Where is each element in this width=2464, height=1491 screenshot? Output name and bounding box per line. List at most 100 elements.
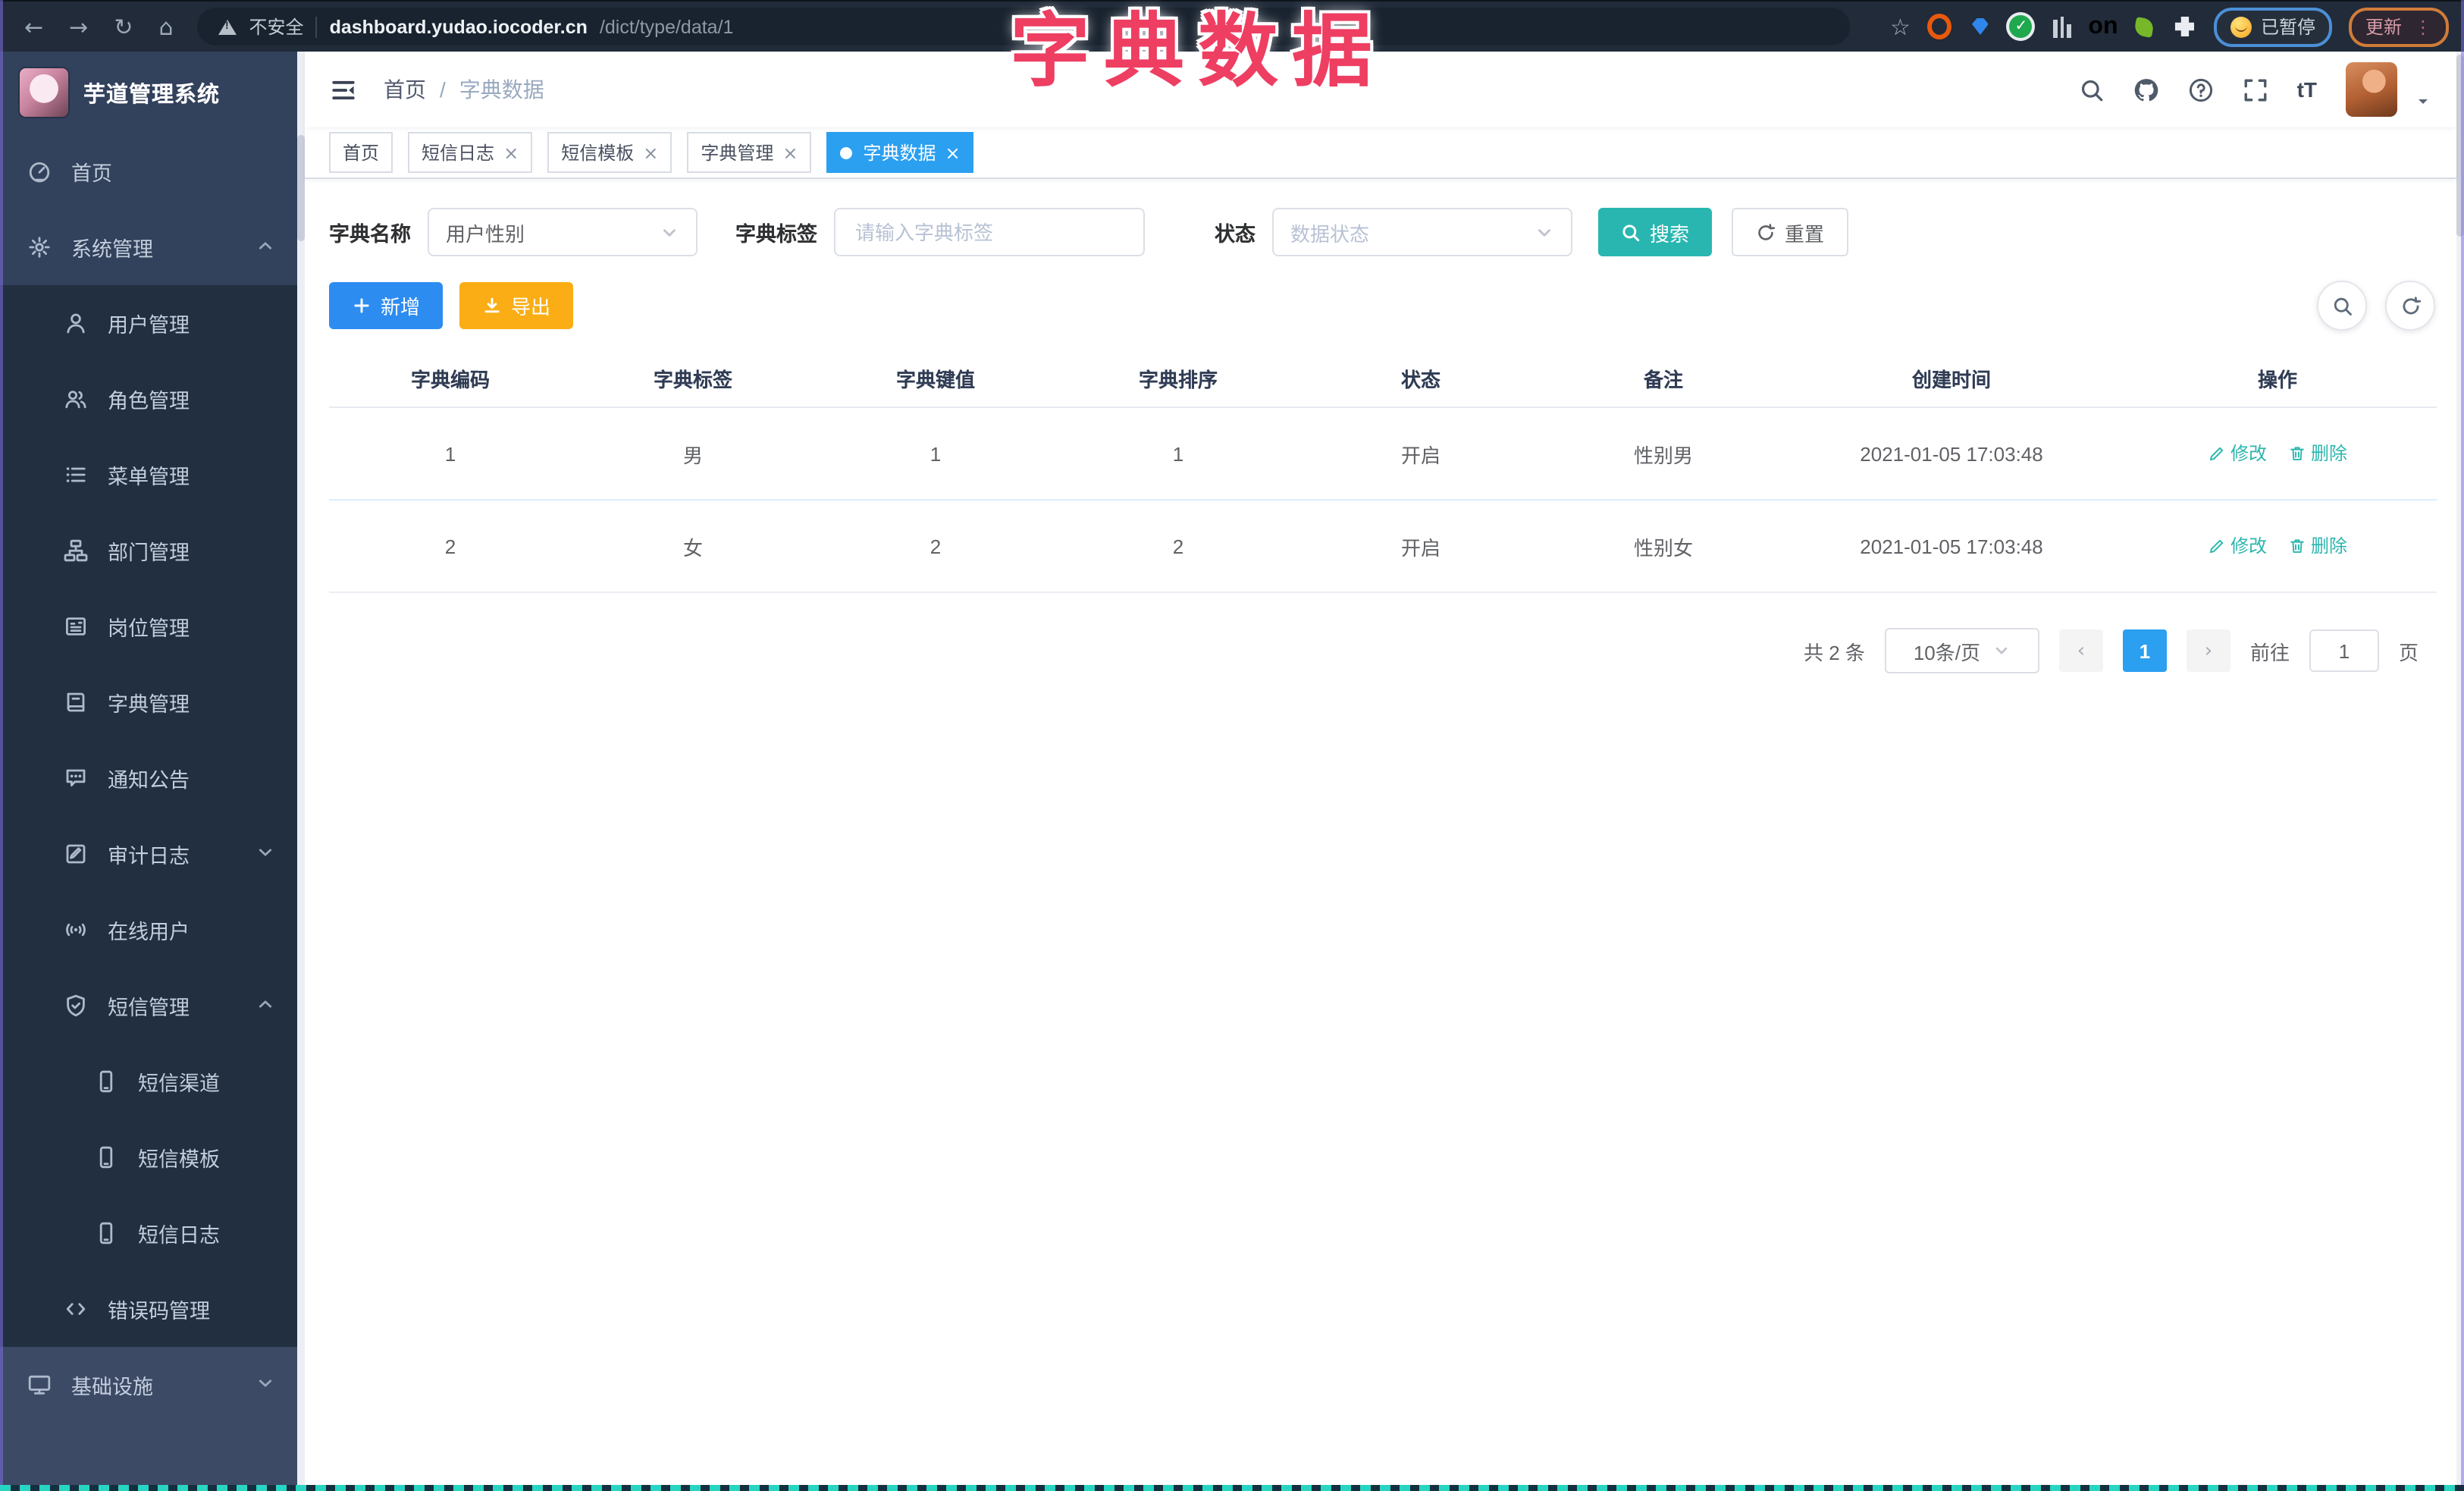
browser-home-icon[interactable]: ⌂ <box>158 13 173 40</box>
github-icon[interactable] <box>2133 77 2159 102</box>
bookmark-star-icon[interactable]: ☆ <box>1890 13 1911 40</box>
sidebar-item-0[interactable]: 首页 <box>0 133 297 209</box>
sidebar-item-label: 角色管理 <box>108 390 190 413</box>
sidebar-logo[interactable]: 芋道管理系统 <box>0 52 297 133</box>
browser-update-button[interactable]: 更新 ⋮ <box>2348 7 2449 46</box>
extension-drop-icon[interactable] <box>1968 14 1992 39</box>
sidebar-item-13[interactable]: 短信模板 <box>0 1119 297 1195</box>
search-button[interactable]: 搜索 <box>1598 208 1713 256</box>
edit-link[interactable]: 修改 <box>2208 441 2267 466</box>
sidebar-item-2[interactable]: 用户管理 <box>0 285 297 361</box>
sidebar-item-label: 短信日志 <box>138 1224 220 1247</box>
delete-link[interactable]: 删除 <box>2288 533 2347 559</box>
browser-menu-kebab-icon[interactable]: ⋮ <box>2414 16 2432 37</box>
close-icon[interactable]: × <box>503 142 519 163</box>
column-header-2: 字典键值 <box>814 349 1057 408</box>
cell-remark: 性别女 <box>1542 500 1785 593</box>
close-icon[interactable]: × <box>782 142 798 163</box>
extension-check-icon[interactable]: ✓ <box>2009 14 2033 39</box>
current-page-button[interactable]: 1 <box>2122 629 2167 672</box>
phone-icon <box>94 1069 118 1094</box>
browser-back-icon[interactable]: ← <box>24 13 43 40</box>
goto-page-input[interactable] <box>2309 629 2379 672</box>
fullscreen-icon[interactable] <box>2243 77 2268 102</box>
dict-name-select[interactable]: 用户性别 <box>428 208 698 256</box>
sidebar-item-3[interactable]: 角色管理 <box>0 361 297 437</box>
breadcrumb-current: 字典数据 <box>459 77 544 102</box>
table-body: 1 男 1 1 开启 性别男 2021-01-05 17:03:48 修改 删除 2 女 2 2 开启 性别… <box>329 407 2437 593</box>
profile-paused-chip[interactable]: 已暂停 <box>2213 7 2332 46</box>
delete-label: 删除 <box>2311 443 2348 465</box>
sidebar-item-label: 错误码管理 <box>108 1300 210 1323</box>
font-size-icon[interactable]: tT <box>2297 77 2317 102</box>
search-icon[interactable] <box>2079 77 2105 102</box>
sidebar-item-4[interactable]: 菜单管理 <box>0 437 297 513</box>
sidebar-item-8[interactable]: 通知公告 <box>0 740 297 816</box>
prev-page-button[interactable]: ‹ <box>2058 629 2103 672</box>
extensions-puzzle-icon[interactable] <box>2173 14 2197 39</box>
browser-forward-icon[interactable]: → <box>69 13 88 40</box>
sidebar-item-9[interactable]: 审计日志 <box>0 816 297 892</box>
close-icon[interactable]: × <box>643 142 658 163</box>
sidebar-item-12[interactable]: 短信渠道 <box>0 1044 297 1119</box>
cell-operations: 修改 删除 <box>2118 407 2437 501</box>
sidebar-item-15[interactable]: 错误码管理 <box>0 1271 297 1347</box>
page-size-select[interactable]: 10条/页 <box>1884 628 2039 673</box>
not-secure-warning-icon <box>218 19 237 34</box>
search-icon <box>2331 295 2353 316</box>
tag-item-4[interactable]: 字典数据 × <box>826 132 974 173</box>
sidebar: 芋道管理系统 首页 系统管理 用户管理角色管理菜单管理 部门管理 岗位管理 字典管理 通知公… <box>0 52 297 1491</box>
chevron-down-icon[interactable] <box>2414 91 2432 109</box>
user-avatar[interactable] <box>2346 62 2397 117</box>
cell-value: 2 <box>814 500 1057 593</box>
phone-icon <box>94 1221 118 1245</box>
edit-link[interactable]: 修改 <box>2208 533 2267 559</box>
not-secure-label[interactable]: 不安全 <box>249 14 304 39</box>
browser-reload-icon[interactable]: ↻ <box>114 13 133 40</box>
sidebar-item-1[interactable]: 系统管理 <box>0 209 297 285</box>
hamburger-icon[interactable] <box>329 77 358 102</box>
status-label: 状态 <box>1215 223 1256 246</box>
online-icon <box>64 918 88 942</box>
breadcrumb-home[interactable]: 首页 <box>384 74 426 105</box>
sidebar-item-10[interactable]: 在线用户 <box>0 892 297 968</box>
close-icon[interactable]: × <box>945 142 961 163</box>
sidebar-item-5[interactable]: 部门管理 <box>0 513 297 589</box>
pagination: 共 2 条 10条/页 ‹ 1 › 前往 页 <box>329 628 2437 673</box>
delete-link[interactable]: 删除 <box>2288 441 2347 466</box>
reset-button[interactable]: 重置 <box>1732 208 1849 256</box>
gear-icon <box>27 235 52 259</box>
column-header-6: 创建时间 <box>1785 349 2118 408</box>
profile-avatar-emoji <box>2230 16 2252 37</box>
phone-icon <box>94 1145 118 1169</box>
extension-sliders-icon[interactable] <box>2050 14 2074 39</box>
status-select[interactable]: 数据状态 <box>1272 208 1572 256</box>
sidebar-item-16[interactable]: 基础设施 <box>0 1347 297 1423</box>
sidebar-item-6[interactable]: 岗位管理 <box>0 589 297 664</box>
add-button[interactable]: 新增 <box>329 282 444 329</box>
sidebar-scrollbar[interactable] <box>297 52 305 1491</box>
extension-leaf-icon[interactable] <box>2132 14 2156 39</box>
extension-donut-icon[interactable] <box>1926 14 1951 39</box>
cell-sort: 1 <box>1057 407 1299 501</box>
question-icon[interactable] <box>2188 77 2214 102</box>
export-button[interactable]: 导出 <box>459 282 574 329</box>
tag-item-1[interactable]: 短信日志 × <box>408 132 533 173</box>
column-header-1: 字典标签 <box>572 349 814 408</box>
sidebar-item-14[interactable]: 短信日志 <box>0 1195 297 1271</box>
dict-label-input[interactable] <box>852 219 1127 245</box>
extension-on-badge-icon[interactable]: on <box>2088 13 2118 39</box>
tag-item-2[interactable]: 短信模板 × <box>547 132 672 173</box>
show-search-toggle-button[interactable] <box>2317 281 2367 331</box>
refresh-table-button[interactable] <box>2385 281 2435 331</box>
org-tree-icon <box>64 538 88 563</box>
tag-label: 字典数据 <box>863 143 936 164</box>
cell-created: 2021-01-05 17:03:48 <box>1785 500 2118 593</box>
sidebar-item-11[interactable]: 短信管理 <box>0 968 297 1044</box>
tag-item-3[interactable]: 字典管理 × <box>687 132 812 173</box>
edit-label: 修改 <box>2230 443 2267 465</box>
next-page-button[interactable]: › <box>2186 629 2230 672</box>
tag-item-0[interactable]: 首页 <box>329 132 393 173</box>
table-row: 1 男 1 1 开启 性别男 2021-01-05 17:03:48 修改 删除 <box>329 407 2437 501</box>
sidebar-item-7[interactable]: 字典管理 <box>0 664 297 740</box>
